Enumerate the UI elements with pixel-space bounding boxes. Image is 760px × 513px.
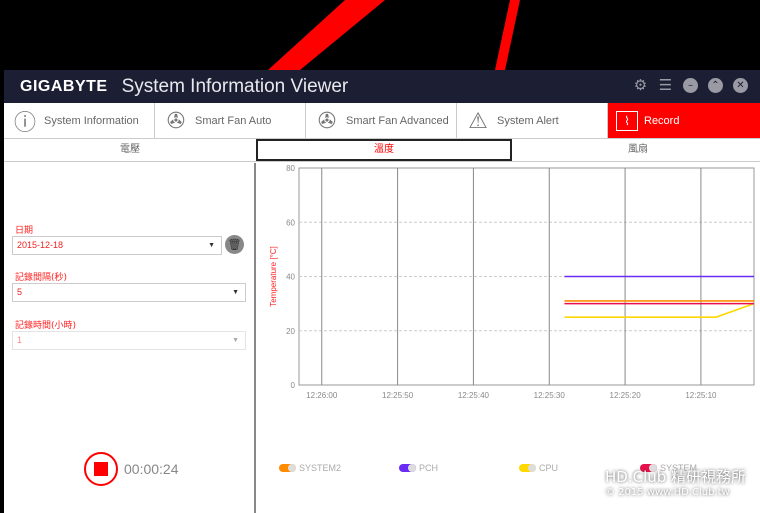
duration-select[interactable]: 1 ▼ [12,331,246,350]
toggle-icon[interactable] [279,464,296,472]
dropdown-arrow-icon: ▼ [232,337,239,344]
y-tick-label: 40 [286,273,295,282]
date-value: 2015-12-18 [17,240,64,250]
tab-smart-fan-auto[interactable]: ✇ Smart Fan Auto [155,103,306,138]
minimize-icon[interactable]: – [683,78,698,93]
x-tick-label: 12:25:10 [685,391,717,400]
gear-icon[interactable]: ⚙ [633,78,648,93]
date-label: 日期 [15,226,34,236]
tab-label: System Information [44,114,139,127]
duration-label: 記錄時間(小時) [15,321,77,331]
x-tick-label: 12:25:30 [534,391,566,400]
y-tick-label: 80 [286,164,295,173]
title-bar: GIGABYTE System Information Viewer ⚙ ☰ –… [4,70,760,103]
warning-icon: ⚠ [468,107,488,133]
trash-icon[interactable]: 🗑 [225,235,244,254]
y-axis-label: Temperature [°C] [269,246,278,307]
y-tick-label: 0 [291,381,296,390]
interval-value: 5 [17,287,23,297]
fan-plus-icon: ✇ [317,107,337,133]
dropdown-arrow-icon: ▼ [208,242,215,249]
subtab-fan[interactable]: 風扇 [512,139,760,161]
record-timer: 00:00:24 [124,461,179,477]
date-select[interactable]: 2015-12-18 ▼ [12,236,222,255]
watermark-line1: HD.Club 精研視務所 [605,468,747,486]
record-settings-panel: 日期 2015-12-18 ▼ 🗑 記錄間隔(秒) 5 ▼ 記錄時間(小時) 1 ▼ … [4,163,256,513]
subtab-voltage[interactable]: 電壓 [4,139,256,161]
legend-system2[interactable]: SYSTEM2 [279,463,341,473]
x-tick-label: 12:25:20 [610,391,642,400]
watermark-line2: © 2015 www.HD.Club.tw [605,487,730,498]
main-tabs: ⓘ System Information ✇ Smart Fan Auto ✇ Sma… [4,103,760,139]
legend-label: CPU [539,463,559,473]
fan-icon: ✇ [166,107,186,133]
sub-tabs: 電壓 溫度 風扇 [4,139,760,162]
x-tick-label: 12:26:00 [306,391,338,400]
legend-pch[interactable]: PCH [399,463,438,473]
toggle-icon[interactable] [519,464,536,472]
restore-icon[interactable]: ⌃ [708,78,723,93]
tab-system-alert[interactable]: ⚠ System Alert [457,103,608,138]
list-icon[interactable]: ☰ [658,78,673,93]
subtab-temperature[interactable]: 溫度 [256,139,512,161]
tab-label: Record [644,114,680,127]
info-icon: ⓘ [13,109,36,135]
toggle-icon[interactable] [399,464,416,472]
legend-cpu[interactable]: CPU [519,463,558,473]
interval-select[interactable]: 5 ▼ [12,283,246,302]
y-tick-label: 60 [286,218,295,227]
tab-record[interactable]: ⌇ Record [608,103,760,138]
interval-label: 記錄間隔(秒) [15,273,68,283]
x-tick-label: 12:25:50 [382,391,414,400]
dropdown-arrow-icon: ▼ [232,289,239,296]
legend-label: PCH [419,463,439,473]
duration-value: 1 [17,335,23,345]
tab-label: Smart Fan Advanced [346,114,449,127]
y-tick-label: 20 [286,327,295,336]
app-title: System Information Viewer [121,75,349,97]
heartbeat-icon: ⌇ [616,110,638,131]
app-window: GIGABYTE System Information Viewer ⚙ ☰ –… [4,70,760,513]
close-icon[interactable]: ✕ [733,78,748,93]
tab-label: System Alert [497,114,559,127]
temperature-chart: 0 20 40 60 80 12:26:00 12:25:50 12:25:40 12:25:3… [269,164,755,400]
background-swoosh [268,0,520,70]
stop-icon [94,462,108,476]
tab-smart-fan-advanced[interactable]: ✇ Smart Fan Advanced [306,103,457,138]
brand-logo: GIGABYTE [20,77,108,95]
stop-record-button[interactable] [84,452,118,486]
tab-label: Smart Fan Auto [195,114,272,127]
legend-label: SYSTEM2 [299,463,342,473]
watermark: HD.Club 精研視務所 © 2015 www.HD.Club.tw [605,466,746,498]
x-tick-label: 12:25:40 [458,391,490,400]
tab-system-information[interactable]: ⓘ System Information [4,103,155,138]
